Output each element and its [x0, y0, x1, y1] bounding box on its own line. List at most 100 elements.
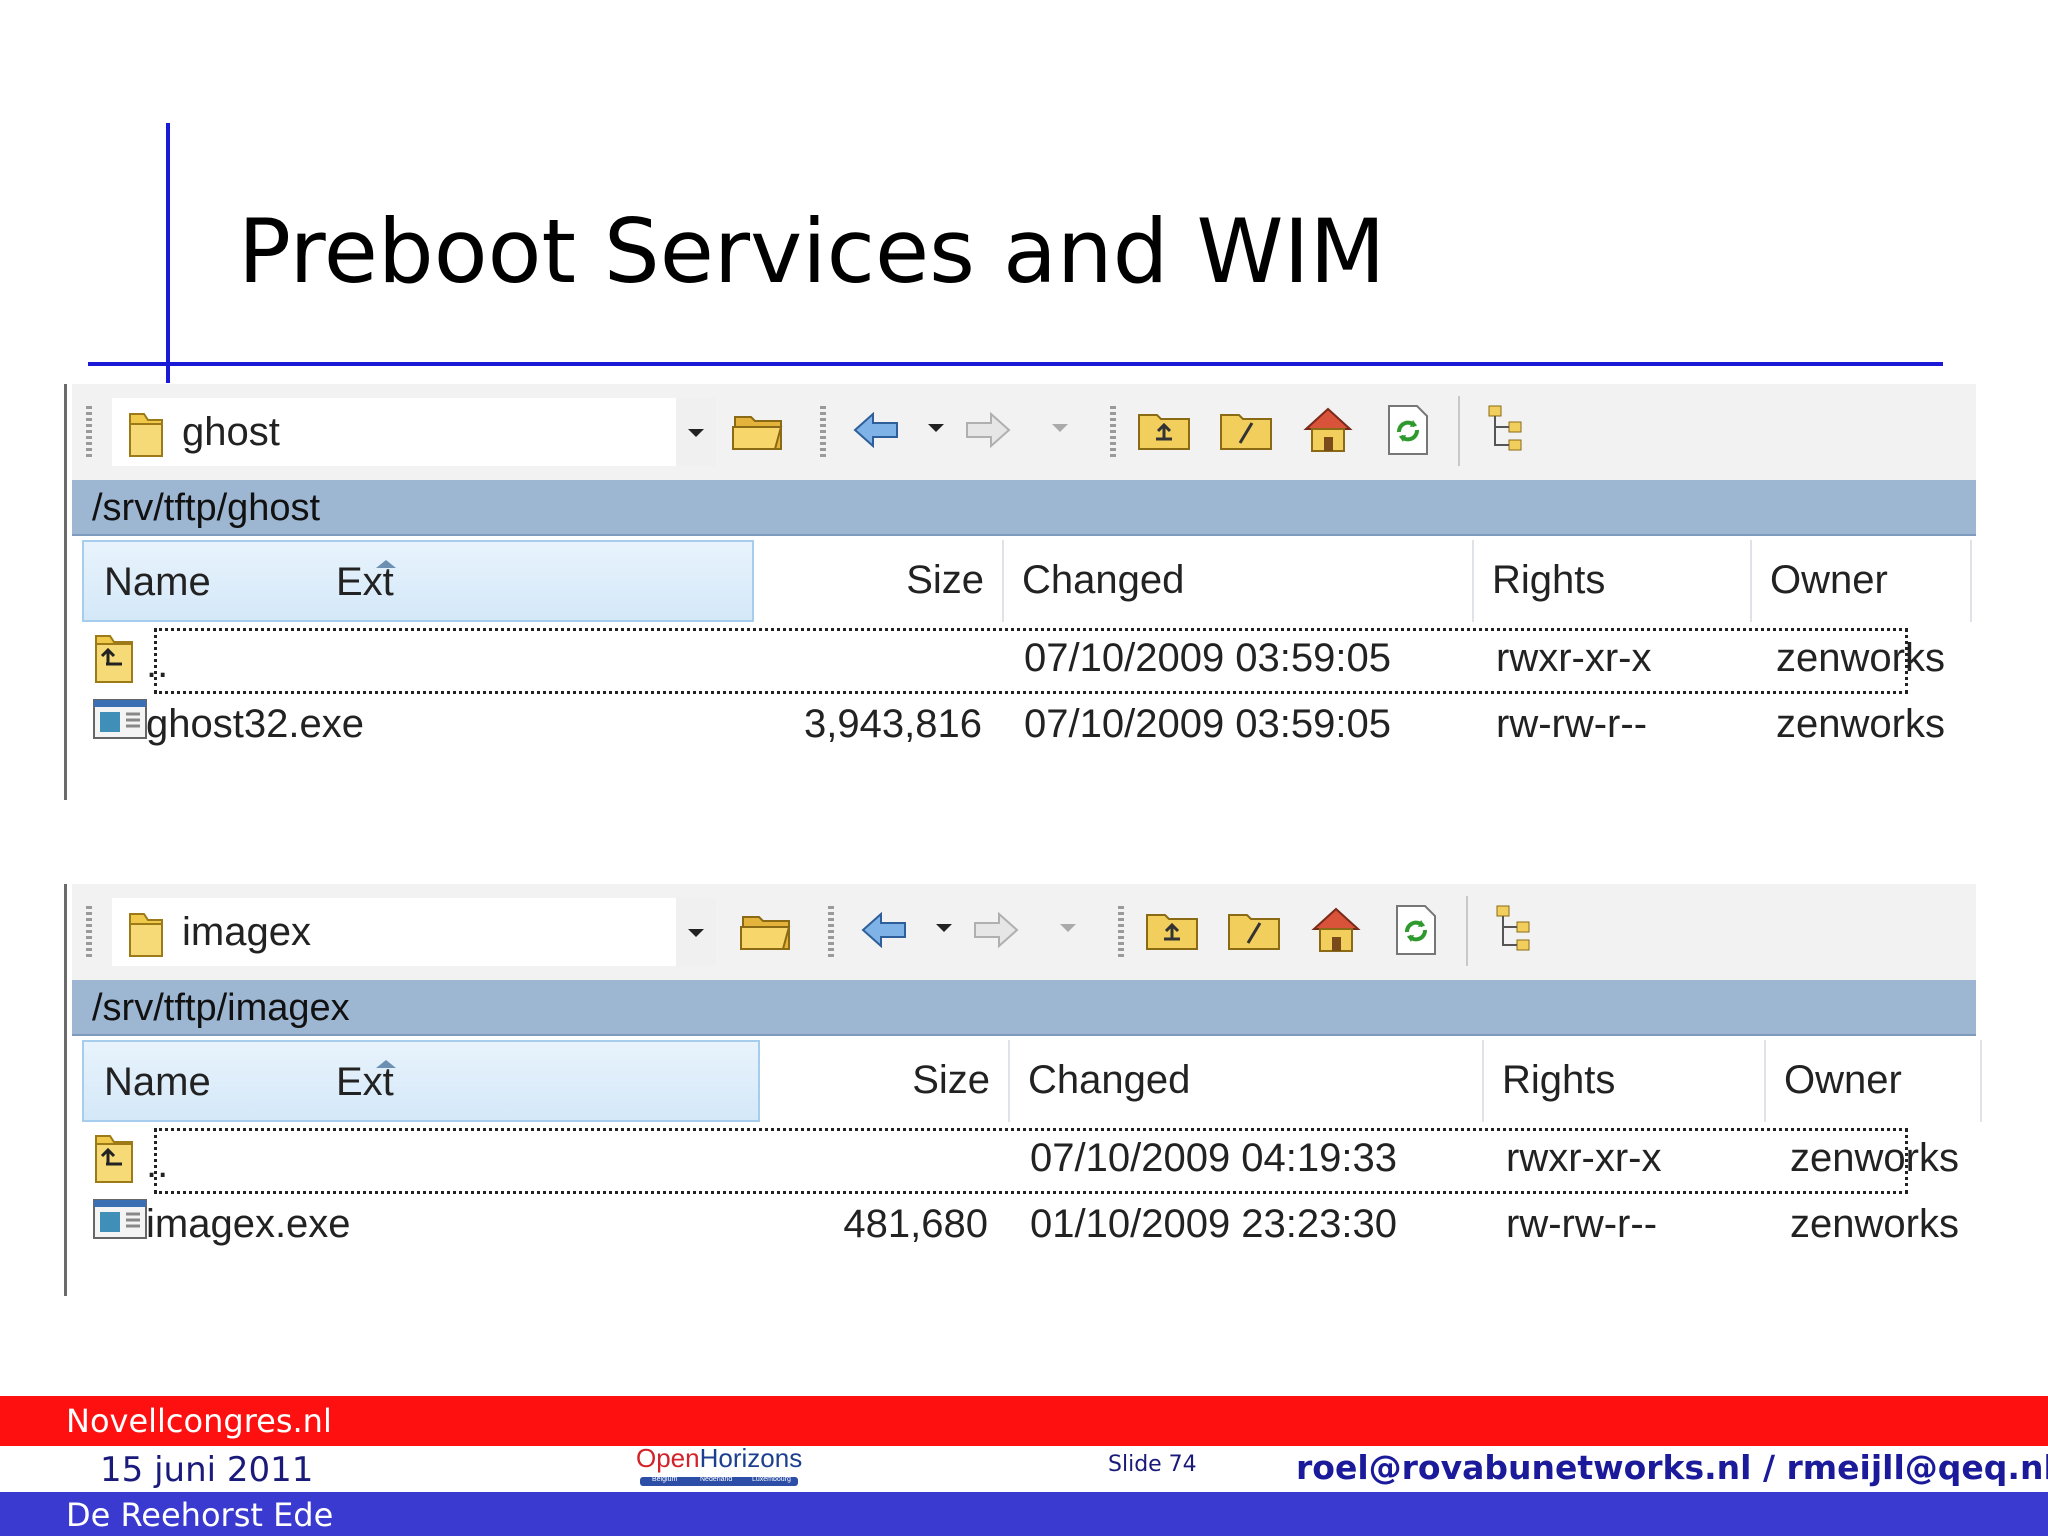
column-header-owner-label: Owner: [1784, 1058, 1902, 1102]
toolbar-separator: [1466, 896, 1468, 966]
directory-combo[interactable]: ghost: [112, 398, 716, 466]
title-vertical-rule: [166, 123, 170, 383]
file-rights: rw-rw-r--: [1506, 1202, 1658, 1246]
column-header-name[interactable]: Name Ext: [82, 1040, 760, 1122]
back-arrow-button[interactable]: [846, 402, 906, 462]
file-panel-imagex: imagex/srv/tftp/imagex Name Ext Size Changed…: [64, 884, 1982, 1296]
toolbar-grip[interactable]: [828, 906, 834, 960]
root-directory-button[interactable]: [1216, 402, 1276, 462]
column-headers: Name Ext Size Changed Rights Owner: [82, 1040, 1982, 1122]
forward-history-dropdown: [1060, 924, 1076, 932]
column-header-name-label: Name: [104, 1060, 211, 1104]
home-directory-button[interactable]: [1306, 902, 1366, 962]
column-header-owner-label: Owner: [1770, 558, 1888, 602]
tree-view-button[interactable]: [1480, 402, 1540, 462]
file-row[interactable]: .. 07/10/2009 04:19:33 rwxr-xr-x zenworks: [82, 1124, 1976, 1194]
back-history-dropdown[interactable]: [936, 924, 952, 932]
toolbar-grip[interactable]: [86, 406, 92, 460]
current-path: /srv/tftp/ghost: [92, 487, 321, 529]
column-header-rights[interactable]: Rights: [1484, 1040, 1766, 1122]
file-owner: zenworks: [1790, 1202, 1959, 1246]
root-directory-icon: [1226, 907, 1282, 958]
file-row[interactable]: ghost32.exe 3,943,816 07/10/2009 03:59:05 r…: [82, 690, 1976, 756]
column-header-changed-label: Changed: [1022, 558, 1185, 602]
parent-directory-button[interactable]: [1142, 902, 1202, 962]
back-arrow-button[interactable]: [854, 902, 914, 962]
forward-arrow-button: [958, 402, 1018, 462]
path-bar: /srv/tftp/ghost: [72, 480, 1976, 536]
footer-site: Novellcongres.nl: [66, 1402, 332, 1440]
refresh-icon: [1385, 404, 1431, 461]
folder-icon: [126, 410, 166, 458]
parent-directory-icon: [1144, 907, 1200, 958]
forward-arrow-icon: [971, 910, 1021, 955]
chevron-down-icon[interactable]: [676, 398, 716, 466]
home-directory-icon: [1302, 405, 1354, 460]
chevron-down-icon[interactable]: [676, 898, 716, 966]
column-header-rights[interactable]: Rights: [1474, 540, 1752, 622]
directory-combo-label: ghost: [182, 410, 280, 454]
back-history-dropdown[interactable]: [928, 424, 944, 432]
file-name: ..: [146, 642, 169, 686]
path-bar: /srv/tftp/imagex: [72, 980, 1976, 1036]
exe-file-icon: [92, 1196, 147, 1250]
logo-country: Belgium: [652, 1476, 678, 1483]
directory-combo[interactable]: imagex: [112, 898, 716, 966]
toolbar-grip[interactable]: [820, 406, 826, 460]
column-header-name[interactable]: Name Ext: [82, 540, 754, 622]
root-directory-button[interactable]: [1224, 902, 1284, 962]
toolbar-separator: [1458, 396, 1460, 466]
column-header-owner[interactable]: Owner: [1752, 540, 1972, 622]
open-folder-button[interactable]: [738, 902, 798, 962]
parent-folder-icon: [92, 630, 138, 684]
home-directory-button[interactable]: [1298, 402, 1358, 462]
directory-combo-label: imagex: [182, 910, 311, 954]
column-header-rights-label: Rights: [1502, 1058, 1616, 1102]
parent-folder-icon: [92, 1130, 138, 1184]
toolbar: imagex: [72, 884, 1976, 980]
file-owner: zenworks: [1790, 1136, 1959, 1180]
back-arrow-icon: [851, 410, 901, 455]
root-directory-icon: [1218, 407, 1274, 458]
parent-directory-button[interactable]: [1134, 402, 1194, 462]
footer-date: 15 juni 2011: [100, 1450, 314, 1490]
title-horizontal-rule: [88, 362, 1943, 366]
refresh-button[interactable]: [1386, 902, 1446, 962]
toolbar: ghost: [72, 384, 1976, 480]
openhorizons-logo: OpenHorizons Belgium Nederland Luxembour…: [634, 1443, 802, 1489]
tree-view-icon: [1493, 904, 1543, 961]
column-header-name-label: Name: [104, 560, 211, 604]
refresh-button[interactable]: [1378, 402, 1438, 462]
file-owner: zenworks: [1776, 636, 1945, 680]
column-header-rights-label: Rights: [1492, 558, 1606, 602]
file-changed: 07/10/2009 04:19:33: [1030, 1136, 1398, 1180]
open-folder-button[interactable]: [730, 402, 790, 462]
file-name: imagex.exe: [146, 1202, 351, 1246]
footer-email: roel@rovabunetworks.nl / rmeijll@qeq.nl: [1296, 1448, 2048, 1487]
file-row[interactable]: .. 07/10/2009 03:59:05 rwxr-xr-x zenworks: [82, 624, 1976, 694]
logo-open-text: Open: [636, 1443, 700, 1473]
toolbar-grip[interactable]: [1118, 906, 1124, 960]
file-row[interactable]: imagex.exe 481,680 01/10/2009 23:23:30 rw-r…: [82, 1190, 1976, 1256]
exe-file-icon: [92, 696, 147, 750]
footer-venue: De Reehorst Ede: [66, 1496, 334, 1534]
column-header-owner[interactable]: Owner: [1766, 1040, 1982, 1122]
toolbar-grip[interactable]: [86, 906, 92, 960]
slide-title: Preboot Services and WIM: [238, 200, 1386, 303]
toolbar-grip[interactable]: [1110, 406, 1116, 460]
file-rights: rwxr-xr-x: [1496, 636, 1652, 680]
file-name: ..: [146, 1142, 169, 1186]
column-header-changed-label: Changed: [1028, 1058, 1191, 1102]
column-header-changed[interactable]: Changed: [1004, 540, 1474, 622]
column-header-size[interactable]: Size: [754, 540, 1004, 622]
column-header-changed[interactable]: Changed: [1010, 1040, 1484, 1122]
file-owner: zenworks: [1776, 702, 1945, 746]
sort-ascending-icon: [376, 560, 396, 568]
forward-arrow-icon: [963, 410, 1013, 455]
back-arrow-icon: [859, 910, 909, 955]
file-changed: 07/10/2009 03:59:05: [1024, 636, 1392, 680]
tree-view-button[interactable]: [1488, 902, 1548, 962]
column-header-size[interactable]: Size: [760, 1040, 1010, 1122]
file-changed: 01/10/2009 23:23:30: [1030, 1202, 1398, 1246]
file-name: ghost32.exe: [146, 702, 364, 746]
